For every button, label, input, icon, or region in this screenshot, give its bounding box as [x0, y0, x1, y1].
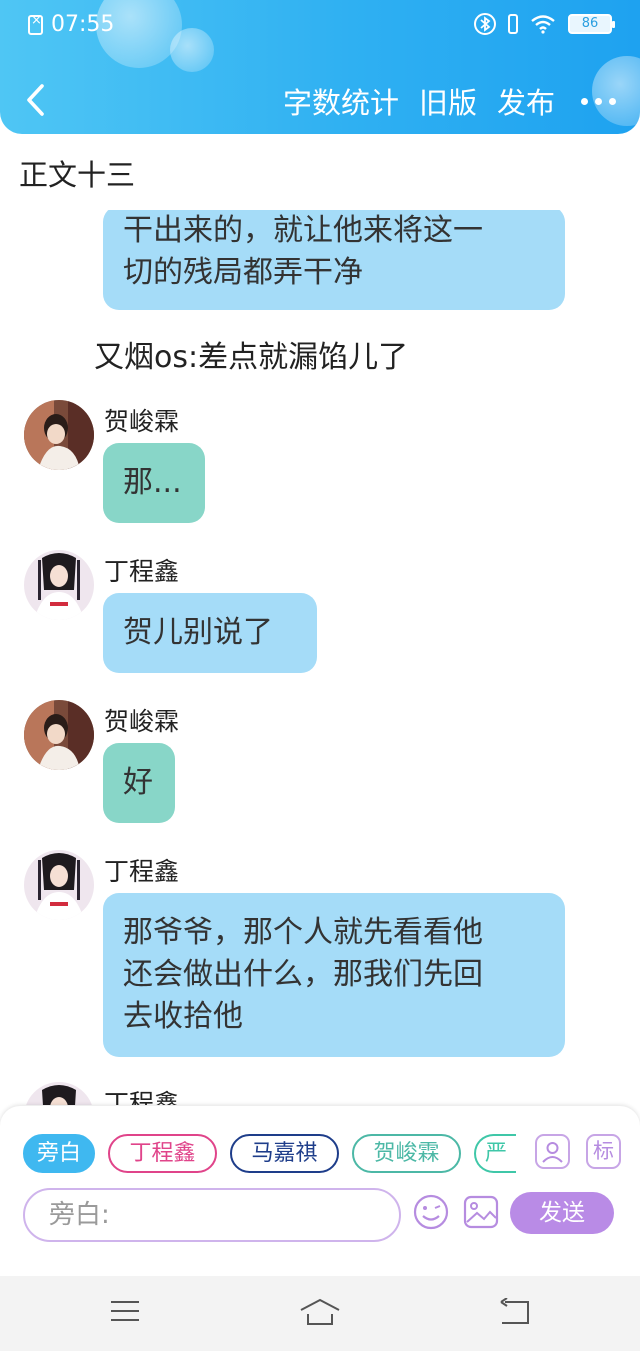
header: 07:55 86	[0, 0, 640, 134]
chevron-left-icon	[27, 84, 44, 116]
menu-icon[interactable]	[110, 1298, 140, 1324]
message-bubble[interactable]: 好	[103, 743, 175, 823]
narration-text[interactable]: 又烟os:差点就漏馅儿了	[94, 332, 408, 376]
system-nav-bar	[0, 1276, 640, 1351]
speaker-name: 丁程鑫	[104, 857, 180, 886]
back-button[interactable]	[22, 80, 52, 120]
back-nav-icon[interactable]	[499, 1298, 531, 1326]
emoji-icon[interactable]	[413, 1194, 449, 1230]
input-placeholder: 旁白:	[49, 1200, 110, 1230]
more-dot	[609, 97, 616, 105]
no-sim-icon	[28, 13, 43, 35]
chapter-title: 正文十三	[19, 158, 136, 192]
status-time: 07:55	[51, 12, 115, 37]
message-line: 贺儿别说了	[123, 615, 273, 650]
battery-level: 86	[581, 16, 599, 31]
nav-bar: 字数统计 旧版 发布	[0, 66, 640, 134]
avatar[interactable]	[24, 400, 94, 470]
status-bar: 07:55 86	[0, 0, 640, 52]
person-icon	[542, 1142, 563, 1163]
speaker-name: 丁程鑫	[104, 1089, 180, 1105]
character-chip-he[interactable]: 贺峻霖	[352, 1134, 461, 1173]
chip-label: 严	[484, 1141, 507, 1166]
more-dot	[595, 97, 602, 105]
character-chip-ding[interactable]: 丁程鑫	[108, 1134, 217, 1173]
character-manage-button[interactable]	[535, 1134, 570, 1169]
avatar[interactable]	[24, 700, 94, 770]
speaker-name: 贺峻霖	[104, 407, 180, 436]
send-button[interactable]: 发送	[510, 1192, 614, 1234]
message-line: 还会做出什么，那我们先回	[123, 957, 483, 992]
chat-area[interactable]: 干出来的，就让他来将这一 切的残局都弄干净 又烟os:差点就漏馅儿了 贺峻霖 那…	[0, 210, 640, 1105]
character-chip-yan[interactable]: 严	[474, 1134, 516, 1173]
publish-button[interactable]: 发布	[497, 80, 555, 122]
message-line: 那爷爷，那个人就先看看他	[123, 915, 483, 950]
message-bubble[interactable]: 那爷爷，那个人就先看看他 还会做出什么，那我们先回 去收拾他	[103, 893, 565, 1057]
phone-icon	[508, 14, 518, 34]
wifi-icon	[531, 15, 555, 34]
message-line: 那...	[123, 465, 182, 500]
status-right: 86	[474, 13, 615, 35]
message-line: 去收拾他	[123, 999, 243, 1034]
character-chip-narrator[interactable]: 旁白	[23, 1134, 95, 1173]
word-count-button[interactable]: 字数统计	[283, 80, 399, 122]
chip-label: 贺峻霖	[373, 1141, 440, 1166]
speaker-name: 贺峻霖	[104, 707, 180, 736]
app-screen: 07:55 86	[0, 0, 640, 1351]
message-bubble[interactable]: 贺儿别说了	[103, 593, 317, 673]
message-input[interactable]: 旁白:	[23, 1188, 401, 1242]
chip-label: 旁白	[36, 1141, 81, 1166]
message-bubble[interactable]: 干出来的，就让他来将这一 切的残局都弄干净	[103, 210, 565, 310]
label-button[interactable]: 标	[586, 1134, 621, 1169]
home-icon[interactable]	[299, 1298, 341, 1326]
chip-label: 马嘉祺	[251, 1141, 318, 1166]
battery-indicator: 86	[568, 14, 615, 34]
message-bubble[interactable]: 那...	[103, 443, 205, 523]
message-line: 干出来的，就让他来将这一	[123, 213, 483, 248]
composer-panel: 旁白 丁程鑫 马嘉祺 贺峻霖 严 标 旁白: 发送	[0, 1106, 640, 1276]
avatar[interactable]	[24, 1082, 94, 1105]
status-left: 07:55	[28, 12, 114, 37]
nav-actions: 字数统计 旧版 发布	[283, 80, 616, 122]
chip-label: 丁程鑫	[129, 1141, 196, 1166]
more-options-button[interactable]	[575, 97, 616, 105]
old-version-button[interactable]: 旧版	[419, 80, 477, 122]
avatar[interactable]	[24, 550, 94, 620]
speaker-name: 丁程鑫	[104, 557, 180, 586]
more-dot	[581, 97, 588, 105]
message-line: 好	[123, 765, 153, 800]
bluetooth-icon	[474, 13, 496, 35]
label-button-text: 标	[593, 1139, 614, 1163]
image-icon[interactable]	[463, 1194, 499, 1230]
message-line: 切的残局都弄干净	[123, 255, 363, 290]
avatar[interactable]	[24, 850, 94, 920]
character-chip-ma[interactable]: 马嘉祺	[230, 1134, 339, 1173]
